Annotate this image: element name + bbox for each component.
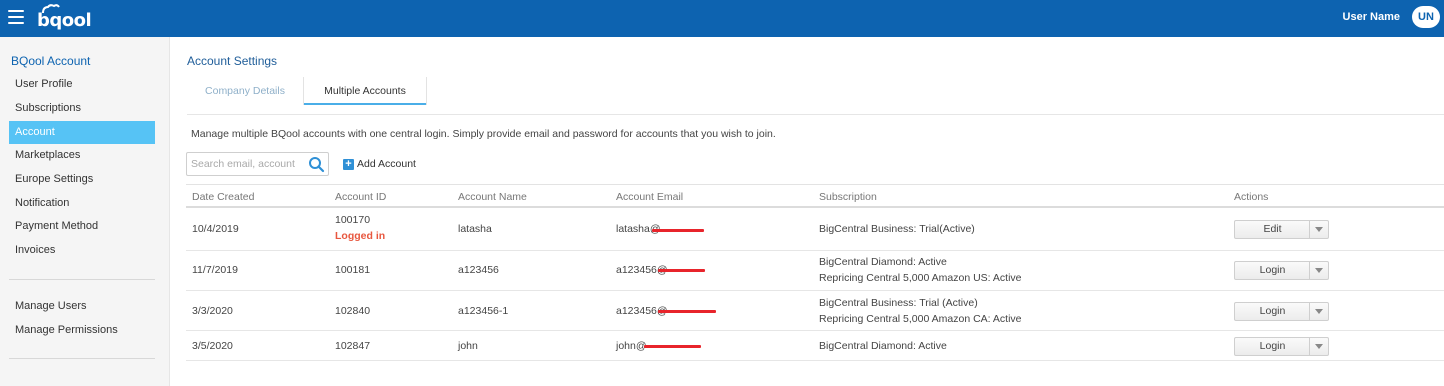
sidebar-divider (9, 358, 155, 359)
chevron-down-icon[interactable] (1309, 303, 1328, 320)
col-account-id[interactable]: Account ID (335, 191, 386, 203)
redaction-mark (658, 310, 716, 313)
sidebar-item-manage-permissions[interactable]: Manage Permissions (9, 319, 155, 342)
sidebar-item-notification[interactable]: Notification (9, 192, 155, 215)
cell-account-name: a123456-1 (458, 305, 509, 317)
cell-account-id: 100181 (335, 264, 371, 276)
table-row: 11/7/2019 100181 a123456 a123456@ BigCen… (186, 251, 1444, 291)
cell-subscription: BigCentral Business: Trial (Active) (819, 297, 978, 309)
col-account-email[interactable]: Account Email (616, 191, 683, 203)
menu-icon[interactable] (8, 10, 24, 24)
cell-subscription: BigCentral Business: Trial(Active) (819, 223, 975, 235)
redaction-mark (644, 345, 701, 348)
cell-account-id: 100170 (335, 214, 371, 226)
cell-subscription: Repricing Central 5,000 Amazon CA: Activ… (819, 313, 1022, 325)
sidebar-item-invoices[interactable]: Invoices (9, 239, 155, 262)
table-row: 10/4/2019 100170 Logged in latasha latas… (186, 209, 1444, 251)
sidebar-item-marketplaces[interactable]: Marketplaces (9, 144, 155, 167)
table-row: 3/3/2020 102840 a123456-1 a123456@ BigCe… (186, 291, 1444, 331)
edit-button-label: Edit (1263, 223, 1282, 235)
cell-subscription: BigCentral Diamond: Active (819, 256, 947, 268)
cell-account-name: john (458, 340, 478, 352)
search-box (186, 152, 329, 176)
tabs-divider (187, 114, 1444, 115)
search-input[interactable] (191, 156, 303, 172)
cell-date: 3/5/2020 (192, 340, 233, 352)
cell-date: 3/3/2020 (192, 305, 233, 317)
tab-company-details[interactable]: Company Details (187, 77, 303, 105)
logged-in-status: Logged in (335, 230, 386, 242)
login-button[interactable]: Login (1234, 261, 1329, 280)
tab-separator (426, 77, 427, 105)
description: Manage multiple BQool accounts with one … (191, 128, 776, 140)
sidebar-title: BQool Account (11, 54, 91, 68)
chevron-down-icon[interactable] (1309, 262, 1328, 279)
col-account-name[interactable]: Account Name (458, 191, 527, 203)
add-account-label: Add Account (357, 158, 416, 170)
top-bar: bqool User Name UN (0, 0, 1444, 37)
page-title: Account Settings (187, 54, 278, 68)
avatar[interactable]: UN (1412, 6, 1440, 28)
edit-button[interactable]: Edit (1234, 220, 1329, 239)
sidebar-item-account[interactable]: Account (9, 121, 155, 144)
login-button-label: Login (1259, 264, 1286, 276)
sidebar-divider (9, 279, 155, 280)
redaction-mark (652, 229, 704, 232)
col-date-created[interactable]: Date Created (192, 191, 254, 203)
login-button[interactable]: Login (1234, 302, 1329, 321)
table-header: Date Created Account ID Account Name Acc… (186, 184, 1444, 208)
login-button[interactable]: Login (1234, 337, 1329, 356)
sidebar-item-subscriptions[interactable]: Subscriptions (9, 97, 155, 120)
cell-subscription: Repricing Central 5,000 Amazon US: Activ… (819, 272, 1022, 284)
plus-icon: + (343, 159, 354, 170)
cell-date: 10/4/2019 (192, 223, 239, 235)
table-row: 3/5/2020 102847 john john@ BigCentral Di… (186, 331, 1444, 361)
search-icon[interactable] (308, 156, 325, 173)
sidebar-item-manage-users[interactable]: Manage Users (9, 295, 155, 318)
login-button-label: Login (1259, 340, 1286, 352)
col-subscription[interactable]: Subscription (819, 191, 877, 203)
cell-account-id: 102840 (335, 305, 371, 317)
redaction-mark (658, 269, 705, 272)
chevron-down-icon[interactable] (1309, 221, 1328, 238)
user-name[interactable]: User Name (1343, 11, 1400, 23)
sidebar-item-payment-method[interactable]: Payment Method (9, 215, 155, 238)
sidebar: BQool Account User Profile Subscriptions… (0, 37, 170, 386)
cell-account-email: john@ (616, 340, 647, 352)
chevron-down-icon[interactable] (1309, 338, 1328, 355)
cell-account-name: latasha (458, 223, 492, 235)
tab-multiple-accounts[interactable]: Multiple Accounts (304, 77, 426, 105)
sidebar-item-user-profile[interactable]: User Profile (9, 73, 155, 96)
cell-subscription: BigCentral Diamond: Active (819, 340, 947, 352)
cell-account-id: 102847 (335, 340, 371, 352)
cell-account-name: a123456 (458, 264, 499, 276)
logo-text: bqool (37, 10, 92, 31)
sidebar-item-europe-settings[interactable]: Europe Settings (9, 168, 155, 191)
cell-date: 11/7/2019 (192, 264, 238, 276)
col-actions: Actions (1234, 191, 1269, 203)
login-button-label: Login (1259, 305, 1286, 317)
